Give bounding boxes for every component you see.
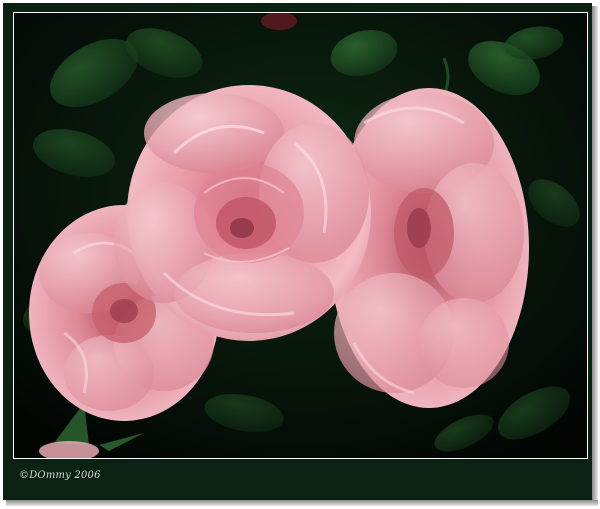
photo-mat: ©DOmmy 2006	[3, 3, 592, 500]
rose-photo	[13, 12, 588, 459]
frame-shadow-right	[592, 6, 598, 506]
rose-photo-svg	[14, 13, 587, 458]
copyright-caption: ©DOmmy 2006	[19, 470, 101, 481]
frame-shadow-bottom	[6, 500, 598, 506]
photo-frame: ©DOmmy 2006	[0, 0, 600, 509]
